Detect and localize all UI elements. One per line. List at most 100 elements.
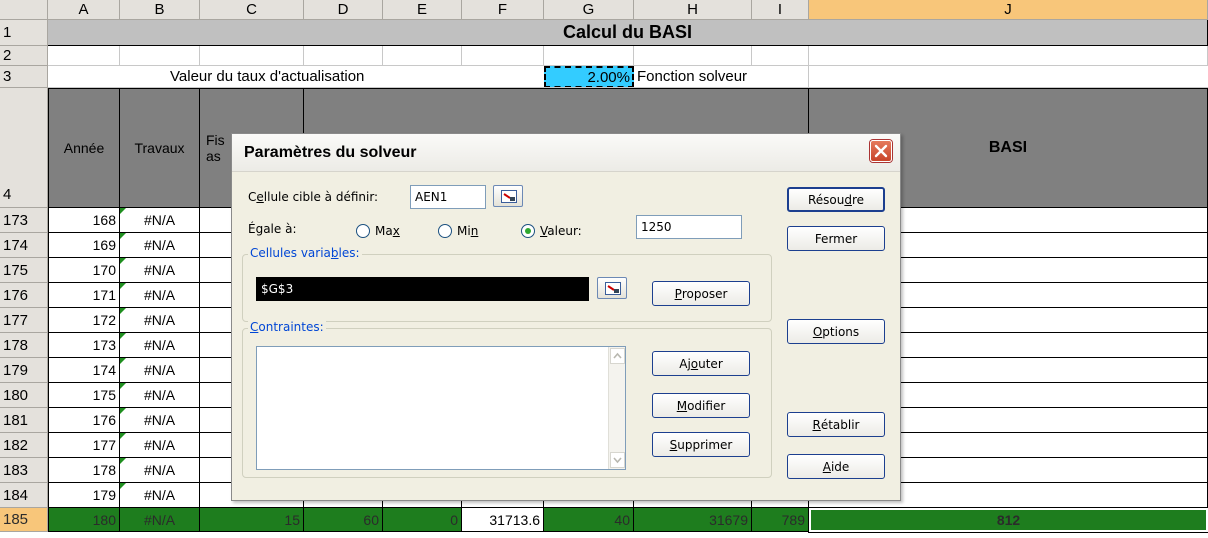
reset-button[interactable]: Rétablir [787, 412, 885, 437]
cell-b-178[interactable]: #N/A [120, 333, 200, 358]
constraints-scrollbar[interactable] [608, 347, 625, 469]
radio-min[interactable] [438, 224, 452, 238]
col-header-h[interactable]: H [634, 0, 752, 20]
cell-a-176[interactable]: 171 [48, 283, 120, 308]
title-cell[interactable]: Calcul du BASI [48, 20, 1208, 46]
total-a[interactable]: 180 [48, 508, 120, 532]
cell-a-2[interactable] [48, 46, 120, 66]
cell-a-177[interactable]: 172 [48, 308, 120, 333]
cell-b-179[interactable]: #N/A [120, 358, 200, 383]
row-header-180[interactable]: 180 [0, 383, 48, 408]
row-header-4[interactable]: 4 [0, 88, 48, 208]
corner-cell[interactable] [0, 0, 48, 20]
total-h[interactable]: 31679 [634, 508, 752, 532]
title-text: Calcul du BASI [562, 22, 692, 42]
cell-h-2[interactable] [634, 46, 752, 66]
total-c[interactable]: 15 [200, 508, 304, 532]
row-header-183[interactable]: 183 [0, 458, 48, 483]
delete-button[interactable]: Supprimer [652, 432, 750, 457]
target-cell-picker-icon[interactable] [493, 185, 523, 207]
col-header-i[interactable]: I [752, 0, 809, 20]
row-header-182[interactable]: 182 [0, 433, 48, 458]
solve-button[interactable]: Résou d re [787, 187, 885, 212]
cell-a-179[interactable]: 174 [48, 358, 120, 383]
cell-g-2[interactable] [544, 46, 634, 66]
modify-button[interactable]: Modifier [652, 393, 750, 418]
discount-rate-cell[interactable]: 2.00% [544, 66, 634, 88]
cell-a-180[interactable]: 175 [48, 383, 120, 408]
cell-b-181[interactable]: #N/A [120, 408, 200, 433]
cell-a-175[interactable]: 170 [48, 258, 120, 283]
close-icon[interactable] [870, 140, 892, 162]
row-header-174[interactable]: 174 [0, 233, 48, 258]
row-header-185[interactable]: 185 [0, 508, 48, 532]
add-button[interactable]: Aj o uter [652, 351, 750, 376]
radio-max[interactable] [356, 224, 370, 238]
row-header-184[interactable]: 184 [0, 483, 48, 508]
row-header-3[interactable]: 3 [0, 66, 48, 88]
col-header-f[interactable]: F [462, 0, 544, 20]
row-header-1[interactable]: 1 [0, 20, 48, 46]
cell-b-177[interactable]: #N/A [120, 308, 200, 333]
value-input[interactable]: 1250 [636, 215, 742, 239]
col-header-j[interactable]: J [809, 0, 1208, 20]
cell-a-183[interactable]: 178 [48, 458, 120, 483]
scroll-up-icon[interactable] [610, 348, 625, 364]
cell-b-182[interactable]: #N/A [120, 433, 200, 458]
help-button[interactable]: Aide [787, 454, 885, 479]
col-header-g[interactable]: G [544, 0, 634, 20]
cell-a-174[interactable]: 169 [48, 233, 120, 258]
cell-c-2[interactable] [200, 46, 304, 66]
scroll-down-icon[interactable] [610, 452, 625, 468]
header-travaux[interactable]: Travaux [120, 88, 200, 208]
cell-a-173[interactable]: 168 [48, 208, 120, 233]
header-annee[interactable]: Année [48, 88, 120, 208]
cell-b-2[interactable] [120, 46, 200, 66]
col-header-a[interactable]: A [48, 0, 120, 20]
cell-a-184[interactable]: 179 [48, 483, 120, 508]
total-g[interactable]: 40 [544, 508, 634, 532]
col-header-b[interactable]: B [120, 0, 200, 20]
cell-b-183[interactable]: #N/A [120, 458, 200, 483]
cell-d-2[interactable] [304, 46, 383, 66]
cell-b-180[interactable]: #N/A [120, 383, 200, 408]
total-d[interactable]: 60 [304, 508, 383, 532]
cell-b-184[interactable]: #N/A [120, 483, 200, 508]
col-header-d[interactable]: D [304, 0, 383, 20]
close-button[interactable]: Fermer [787, 226, 885, 251]
radio-value[interactable] [521, 224, 535, 238]
total-e[interactable]: 0 [383, 508, 462, 532]
row-header-173[interactable]: 173 [0, 208, 48, 233]
cell-a-181[interactable]: 176 [48, 408, 120, 433]
constraints-list[interactable] [256, 346, 626, 470]
row-header-2[interactable]: 2 [0, 46, 48, 66]
cell-b-175[interactable]: #N/A [120, 258, 200, 283]
propose-button[interactable]: Proposer [652, 281, 750, 306]
cell-f-2[interactable] [462, 46, 544, 66]
row-header-178[interactable]: 178 [0, 333, 48, 358]
col-header-e[interactable]: E [383, 0, 462, 20]
cell-i-2[interactable] [752, 46, 809, 66]
row-header-181[interactable]: 181 [0, 408, 48, 433]
cell-b-176[interactable]: #N/A [120, 283, 200, 308]
variables-picker-icon[interactable] [597, 277, 627, 299]
cell-j-2[interactable] [809, 46, 1208, 66]
cell-b-174[interactable]: #N/A [120, 233, 200, 258]
cell-a-182[interactable]: 177 [48, 433, 120, 458]
row-header-176[interactable]: 176 [0, 283, 48, 308]
cell-e-2[interactable] [383, 46, 462, 66]
col-header-c[interactable]: C [200, 0, 304, 20]
variables-input[interactable]: $G$3 [256, 277, 589, 301]
options-button[interactable]: Options [787, 319, 885, 344]
total-i[interactable]: 789 [752, 508, 809, 532]
row-header-175[interactable]: 175 [0, 258, 48, 283]
row-header-179[interactable]: 179 [0, 358, 48, 383]
total-f[interactable]: 31713.6 [462, 508, 544, 532]
cell-b-173[interactable]: #N/A [120, 208, 200, 233]
row-header-177[interactable]: 177 [0, 308, 48, 333]
dialog-titlebar[interactable]: Paramètres du solveur [232, 134, 900, 172]
total-basi[interactable]: 812 [808, 507, 1208, 533]
target-cell-input[interactable]: AEN1 [410, 185, 486, 209]
cell-a-178[interactable]: 173 [48, 333, 120, 358]
total-b[interactable]: #N/A [120, 508, 200, 532]
